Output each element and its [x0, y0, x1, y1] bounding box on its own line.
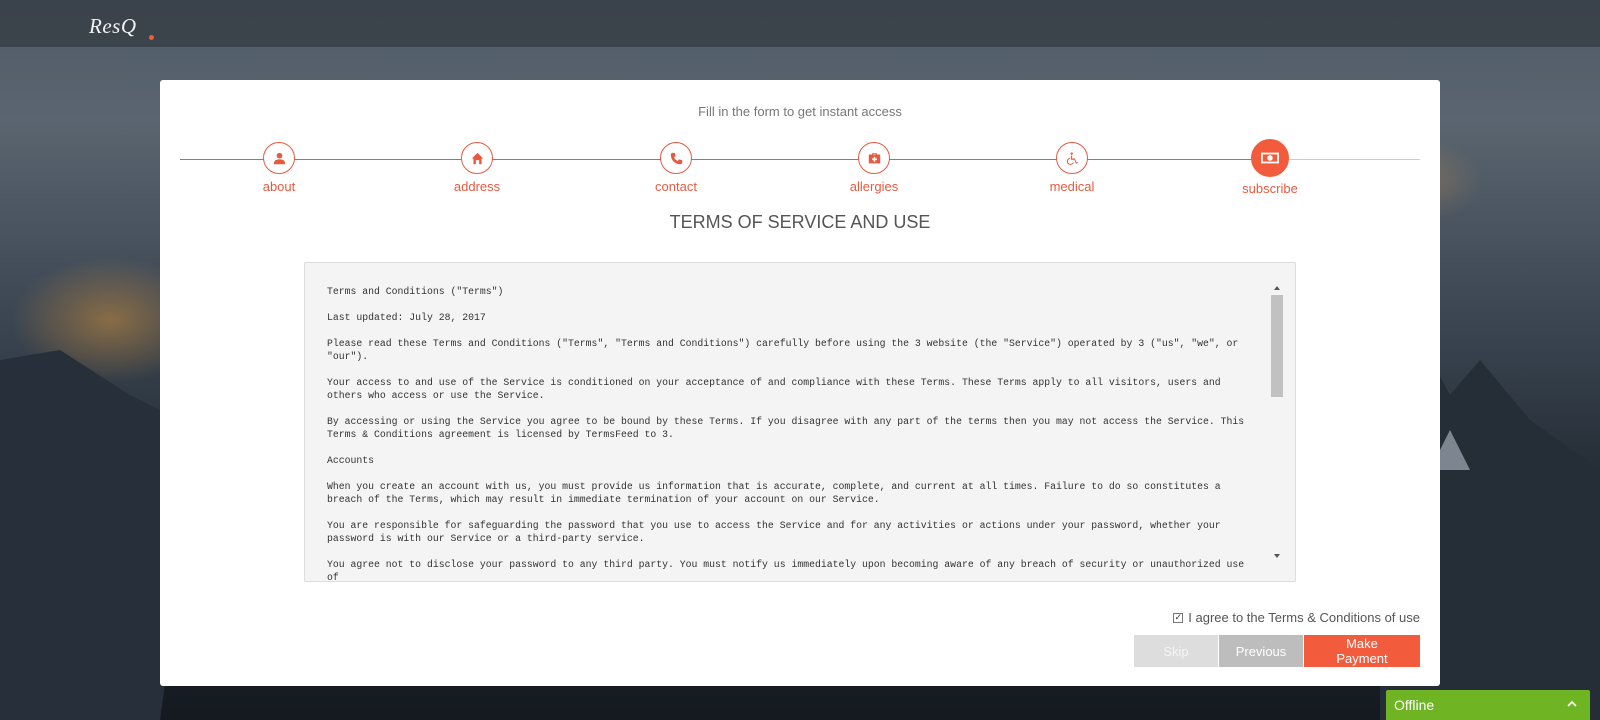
money-icon — [1261, 152, 1279, 164]
agree-terms-label[interactable]: I agree to the Terms & Conditions of use — [1188, 610, 1420, 625]
terms-title: TERMS OF SERVICE AND USE — [669, 212, 931, 232]
step-subscribe-circle[interactable] — [1251, 139, 1289, 177]
step-subscribe[interactable]: subscribe — [1210, 139, 1330, 196]
form-actions: Skip Previous Make Payment — [1134, 635, 1420, 667]
brand-logo[interactable]: ResQ — [89, 14, 137, 39]
logo-dot — [149, 35, 154, 40]
step-about-circle[interactable] — [263, 142, 295, 174]
terms-paragraph: Your access to and use of the Service is… — [327, 377, 1221, 401]
terms-paragraph: Last updated: July 28, 2017 — [327, 312, 486, 323]
terms-paragraph: Accounts — [327, 455, 375, 466]
terms-paragraph: You are responsible for safeguarding the… — [327, 520, 1221, 544]
terms-paragraph: By accessing or using the Service you ag… — [327, 416, 1245, 440]
agree-terms-checkbox[interactable]: ✓ — [1173, 612, 1184, 623]
step-medical[interactable]: medical — [1012, 142, 1132, 194]
medkit-icon — [868, 152, 880, 163]
make-payment-button[interactable]: Make Payment — [1304, 635, 1420, 667]
wheelchair-icon — [1066, 151, 1078, 165]
step-contact-circle[interactable] — [660, 142, 692, 174]
terms-textarea[interactable]: Terms and Conditions ("Terms") Last upda… — [304, 262, 1296, 582]
scrollbar-thumb[interactable] — [1271, 295, 1283, 397]
step-contact[interactable]: contact — [616, 142, 736, 194]
step-subscribe-label: subscribe — [1242, 181, 1298, 196]
step-address[interactable]: address — [417, 142, 537, 194]
user-icon — [273, 152, 285, 164]
scroll-up-arrow-icon[interactable] — [1271, 283, 1283, 293]
chat-widget[interactable]: Offline — [1386, 690, 1590, 720]
home-icon — [471, 152, 483, 164]
terms-scrollbar[interactable] — [1271, 283, 1283, 561]
step-medical-label: medical — [1049, 179, 1095, 194]
step-about-label: about — [262, 179, 296, 194]
step-medical-circle[interactable] — [1056, 142, 1088, 174]
terms-paragraph: When you create an account with us, you … — [327, 481, 1221, 505]
step-about[interactable]: about — [219, 142, 339, 194]
skip-button[interactable]: Skip — [1134, 635, 1218, 667]
step-allergies-label: allergies — [849, 179, 899, 194]
terms-paragraph: Please read these Terms and Conditions (… — [327, 338, 1239, 362]
terms-paragraph: Terms and Conditions ("Terms") — [327, 286, 504, 297]
agree-terms-row[interactable]: ✓ I agree to the Terms & Conditions of u… — [1173, 610, 1420, 625]
step-address-circle[interactable] — [461, 142, 493, 174]
chat-status: Offline — [1394, 697, 1435, 713]
terms-content: Terms and Conditions ("Terms") Last upda… — [327, 285, 1257, 582]
chevron-up-icon[interactable] — [1566, 698, 1578, 710]
scroll-down-arrow-icon[interactable] — [1271, 551, 1283, 561]
previous-button[interactable]: Previous — [1219, 635, 1303, 667]
step-contact-label: contact — [655, 179, 697, 194]
signup-form-card: Fill in the form to get instant access a… — [160, 80, 1440, 686]
terms-paragraph: You agree not to disclose your password … — [327, 559, 1245, 582]
phone-icon — [670, 152, 682, 164]
top-navbar: ResQ — [0, 0, 1600, 47]
step-address-label: address — [453, 179, 501, 194]
step-allergies[interactable]: allergies — [814, 142, 934, 194]
form-subtitle: Fill in the form to get instant access — [698, 104, 902, 119]
step-allergies-circle[interactable] — [858, 142, 890, 174]
